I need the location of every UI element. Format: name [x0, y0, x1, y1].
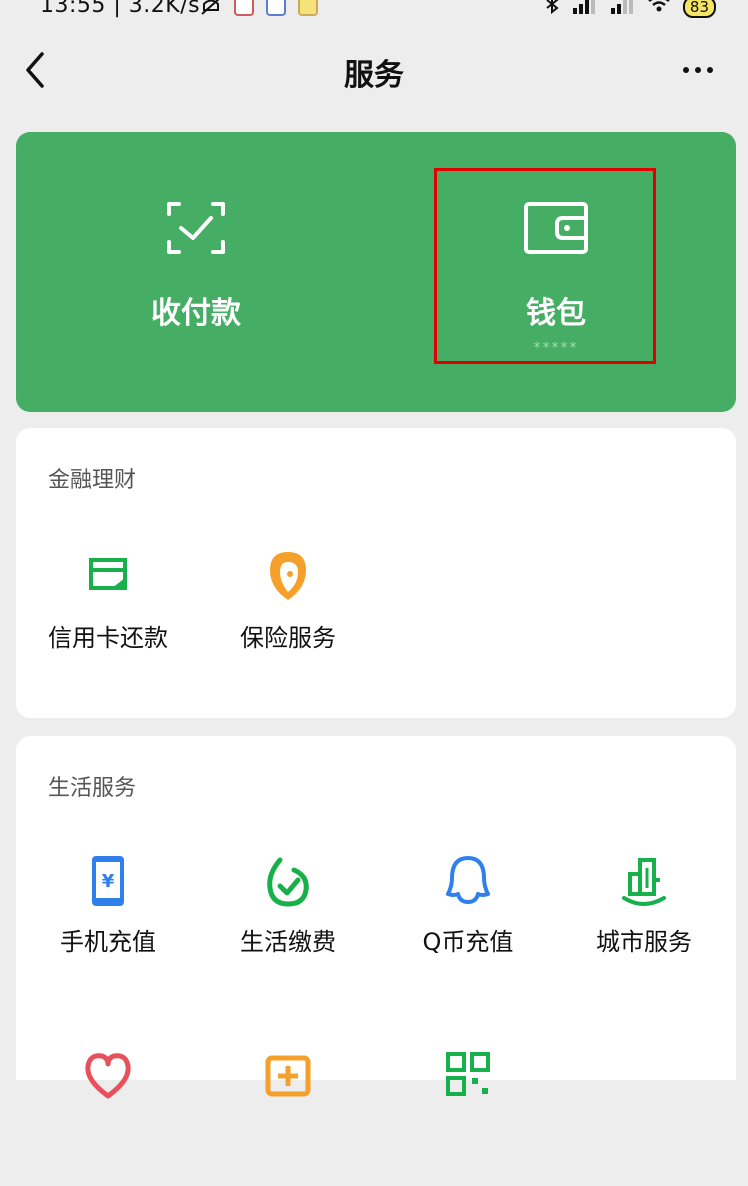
- credit-card-repayment-label: 信用卡还款: [48, 624, 168, 652]
- page-title: 服务: [344, 58, 404, 93]
- city-service-icon: [622, 858, 666, 906]
- insurance-service-label: 保险服务: [240, 624, 336, 652]
- signal-icon: [609, 0, 635, 20]
- pay-receive-button[interactable]: 收付款: [16, 132, 376, 412]
- status-notification-icons: [200, 0, 318, 21]
- service-item-partial[interactable]: [198, 1046, 378, 1186]
- pay-receive-label: 收付款: [151, 296, 241, 331]
- wifi-icon: [647, 0, 671, 20]
- battery-indicator: 83: [682, 0, 716, 18]
- credit-card-icon: [89, 558, 127, 590]
- utility-bill-item[interactable]: 生活缴费: [198, 852, 378, 992]
- app-notification-icon: [234, 0, 254, 16]
- status-bar: 13:55 | 3.2K/s 83: [0, 0, 748, 30]
- qr-code-icon: [446, 1052, 490, 1096]
- signal-icon: [571, 0, 597, 20]
- city-service-label: 城市服务: [596, 928, 692, 956]
- status-time: 13:55 | 3.2K/s: [40, 0, 201, 18]
- app-notification-icon: [266, 0, 286, 16]
- qq-coin-topup-label: Q币充值: [422, 928, 514, 956]
- wallet-highlight-box: [434, 168, 656, 364]
- more-options-button[interactable]: [678, 58, 718, 82]
- insurance-icon: [270, 552, 306, 600]
- phone-topup-icon: ¥: [92, 856, 124, 906]
- more-dots-icon: [707, 67, 713, 73]
- scan-pay-icon: [167, 202, 225, 254]
- utility-bill-label: 生活缴费: [240, 928, 336, 956]
- phone-topup-label: 手机充值: [60, 928, 156, 956]
- life-services-section-title: 生活服务: [48, 776, 137, 801]
- finance-section: 金融理财 信用卡还款 保险服务: [16, 428, 736, 718]
- medical-icon: [265, 1055, 311, 1097]
- service-item-partial[interactable]: [18, 1046, 198, 1186]
- svg-text:¥: ¥: [102, 871, 115, 892]
- city-service-item[interactable]: 城市服务: [554, 852, 734, 992]
- service-item-partial[interactable]: [378, 1046, 558, 1186]
- charity-heart-icon: [85, 1053, 131, 1099]
- nav-bar: 服务: [0, 40, 748, 104]
- status-system-icons: 83: [545, 0, 716, 20]
- bluetooth-icon: [545, 0, 559, 20]
- more-dots-icon: [695, 67, 701, 73]
- utility-bill-icon: [267, 857, 309, 907]
- finance-section-title: 金融理财: [48, 468, 137, 493]
- phone-topup-item[interactable]: ¥ 手机充值: [18, 852, 198, 992]
- credit-card-repayment-item[interactable]: 信用卡还款: [18, 548, 198, 688]
- app-notification-icon: [298, 0, 318, 16]
- mute-icon: [200, 0, 222, 21]
- qq-coin-topup-item[interactable]: Q币充值: [378, 852, 558, 992]
- more-dots-icon: [683, 67, 689, 73]
- insurance-service-item[interactable]: 保险服务: [198, 548, 378, 688]
- qq-coin-icon: [446, 856, 490, 904]
- life-services-section: 生活服务 ¥ 手机充值 生活缴费 Q币充值 城市服务: [16, 736, 736, 1099]
